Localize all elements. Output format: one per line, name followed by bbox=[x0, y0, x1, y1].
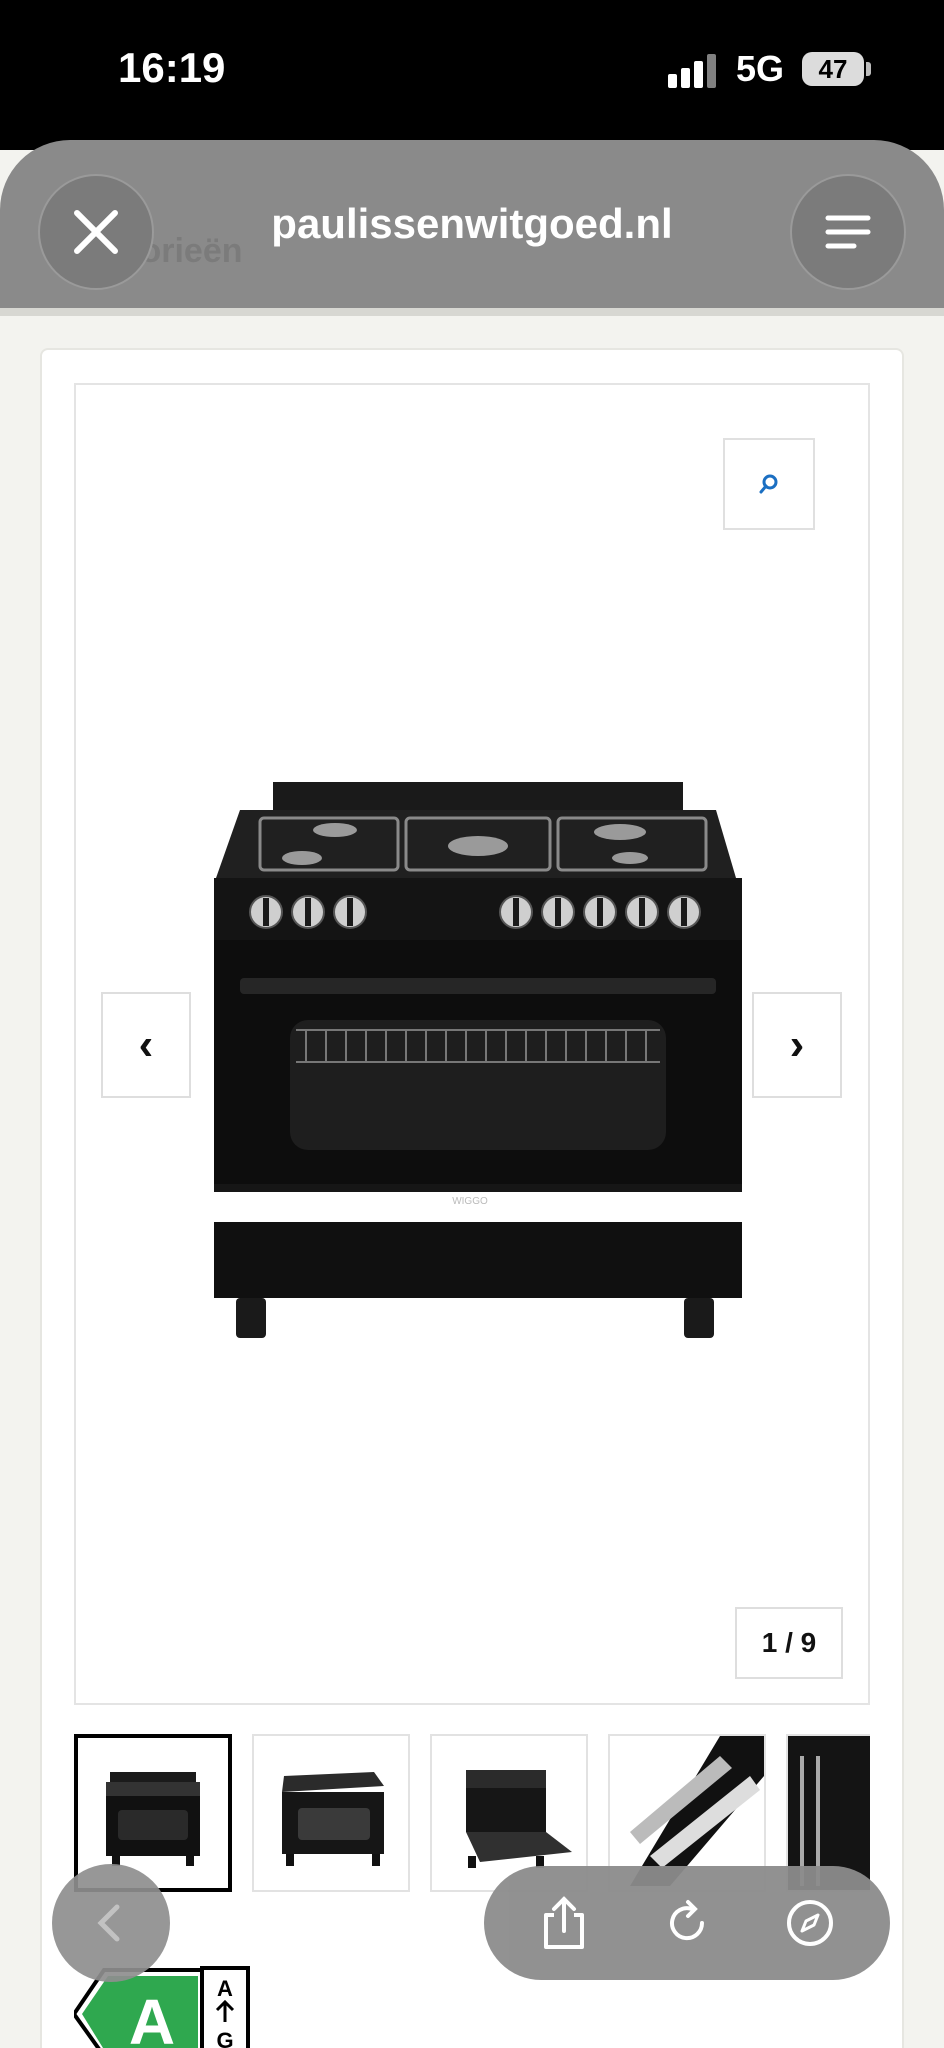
back-button[interactable] bbox=[52, 1864, 170, 1982]
image-counter: 1 / 9 bbox=[735, 1607, 843, 1679]
energy-scale-top: A bbox=[217, 1976, 233, 2001]
menu-button[interactable] bbox=[790, 174, 906, 290]
close-icon bbox=[74, 210, 118, 254]
battery-cap bbox=[866, 62, 871, 76]
energy-scale-bottom: G bbox=[216, 2028, 233, 2048]
status-bar: 16:19 5G 47 bbox=[0, 0, 944, 150]
url-label[interactable]: paulissenwitgoed.nl bbox=[200, 200, 744, 248]
signal-icon bbox=[668, 54, 720, 88]
status-time: 16:19 bbox=[118, 44, 226, 91]
share-button[interactable] bbox=[529, 1888, 599, 1958]
share-icon bbox=[543, 1896, 584, 1949]
oven-brand-text: WIGGO bbox=[452, 1196, 488, 1207]
zoom-button[interactable] bbox=[723, 438, 815, 530]
reload-button[interactable] bbox=[652, 1888, 722, 1958]
next-image-button[interactable]: › bbox=[752, 992, 842, 1098]
compass-icon bbox=[787, 1900, 834, 1946]
chevron-left-icon bbox=[97, 1904, 120, 1942]
thumbnail-angled-view[interactable] bbox=[252, 1734, 410, 1892]
network-type: 5G bbox=[736, 48, 785, 89]
search-icon bbox=[759, 474, 778, 494]
reload-icon bbox=[669, 1900, 704, 1941]
thumbnail-oven-image bbox=[282, 1772, 384, 1866]
toolbar-divider bbox=[0, 308, 944, 316]
menu-lines-icon bbox=[825, 215, 871, 249]
product-image-oven: WIGGO bbox=[214, 782, 742, 1338]
battery-icon: 47 bbox=[802, 52, 864, 86]
browser-action-bar bbox=[484, 1866, 890, 1980]
close-button[interactable] bbox=[38, 174, 154, 290]
compass-button[interactable] bbox=[775, 1888, 845, 1958]
chevron-left-icon: ‹ bbox=[138, 1020, 154, 1069]
chevron-right-icon: › bbox=[789, 1020, 805, 1069]
previous-image-button[interactable]: ‹ bbox=[101, 992, 191, 1098]
battery-level: 47 bbox=[818, 54, 848, 84]
energy-class: A bbox=[129, 1986, 175, 2048]
